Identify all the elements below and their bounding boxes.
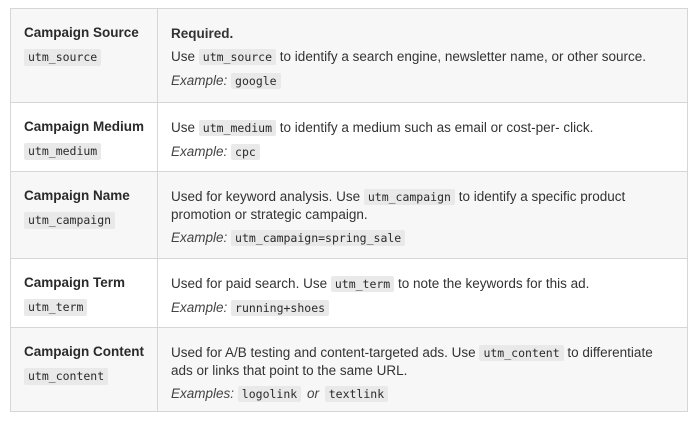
- parameter-name: Campaign Content: [24, 344, 144, 359]
- inline-code: utm_source: [198, 49, 277, 65]
- example-code: running+shoes: [231, 300, 330, 316]
- example-line: Example: cpc: [171, 143, 675, 161]
- parameter-name: Campaign Name: [24, 188, 130, 203]
- parameter-code: utm_campaign: [24, 212, 116, 229]
- description-cell: Used for keyword analysis. Use utm_campa…: [158, 172, 687, 258]
- description-cell: Used for paid search. Use utm_term to no…: [158, 259, 687, 327]
- description-cell: Required. Use utm_source to identify a s…: [158, 9, 687, 102]
- parameter-name: Campaign Source: [24, 25, 139, 40]
- example-code: google: [231, 73, 281, 89]
- parameter-code: utm_content: [24, 368, 109, 385]
- description-text: Used for keyword analysis. Use utm_campa…: [171, 189, 626, 222]
- inline-code: utm_medium: [198, 120, 277, 136]
- description-text: Used for paid search. Use utm_term to no…: [171, 276, 590, 292]
- example-code-2: textlink: [324, 386, 389, 402]
- description-cell: Use utm_medium to identify a medium such…: [158, 103, 687, 171]
- example-code: utm_campaign=spring_sale: [231, 230, 406, 246]
- parameter-cell: Campaign Name utm_campaign: [11, 172, 158, 258]
- example-code: logolink: [237, 386, 302, 402]
- example-line: Example: google: [171, 72, 675, 90]
- table-row: Campaign Term utm_term Used for paid sea…: [11, 259, 687, 328]
- utm-parameters-table: Campaign Source utm_source Required. Use…: [10, 8, 688, 412]
- inline-code: utm_campaign: [363, 189, 455, 205]
- table-row: Campaign Content utm_content Used for A/…: [11, 328, 687, 411]
- description-text: Use utm_source to identify a search engi…: [171, 49, 646, 65]
- parameter-code: utm_medium: [24, 143, 102, 160]
- description-text: Use utm_medium to identify a medium such…: [171, 120, 594, 136]
- parameter-code: utm_term: [24, 299, 88, 316]
- parameter-name: Campaign Term: [24, 275, 126, 290]
- example-line: Example: running+shoes: [171, 299, 675, 317]
- description-text: Used for A/B testing and content-targete…: [171, 345, 653, 378]
- parameter-cell: Campaign Term utm_term: [11, 259, 158, 327]
- table-row: Campaign Name utm_campaign Used for keyw…: [11, 172, 687, 259]
- parameter-cell: Campaign Source utm_source: [11, 9, 158, 102]
- inline-code: utm_content: [479, 345, 564, 361]
- table-row: Campaign Source utm_source Required. Use…: [11, 9, 687, 103]
- parameter-cell: Campaign Medium utm_medium: [11, 103, 158, 171]
- example-code: cpc: [231, 144, 260, 160]
- parameter-cell: Campaign Content utm_content: [11, 328, 158, 411]
- example-line: Examples: logolink or textlink: [171, 385, 675, 403]
- table-row: Campaign Medium utm_medium Use utm_mediu…: [11, 103, 687, 172]
- parameter-name: Campaign Medium: [24, 119, 145, 134]
- example-line: Example: utm_campaign=spring_sale: [171, 229, 675, 247]
- parameter-code: utm_source: [24, 49, 102, 66]
- inline-code: utm_term: [330, 276, 395, 292]
- description-cell: Used for A/B testing and content-targete…: [158, 328, 687, 411]
- required-label: Required.: [171, 26, 234, 41]
